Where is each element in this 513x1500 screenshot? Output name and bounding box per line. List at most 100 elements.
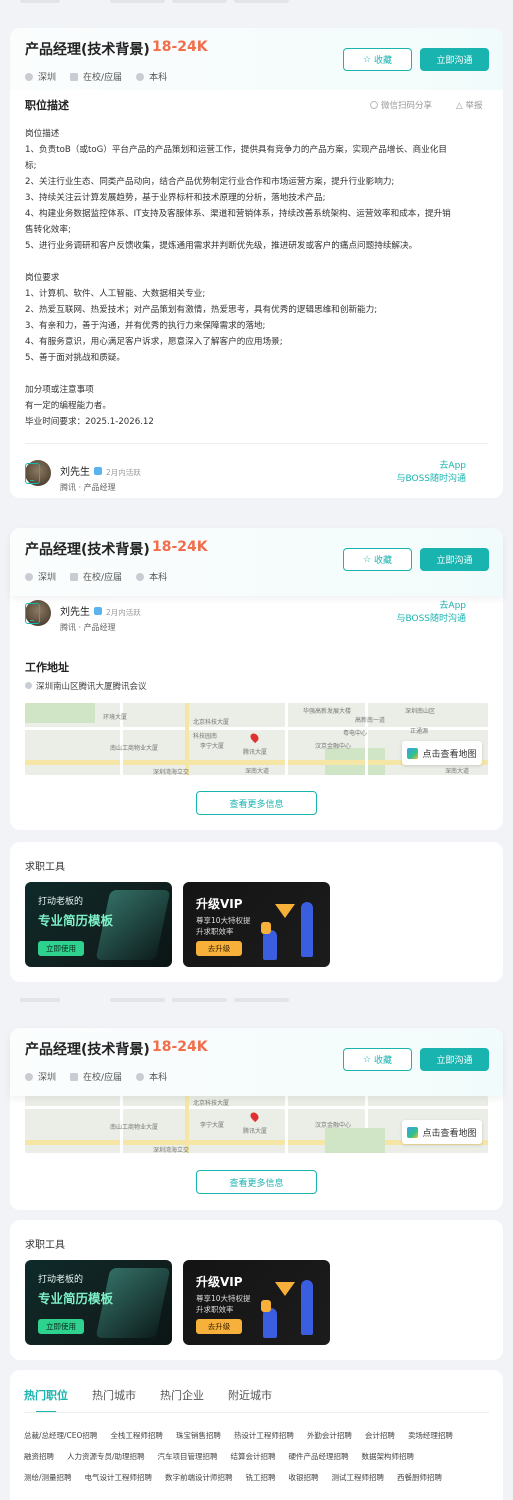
map-icon (407, 747, 419, 759)
desc-line (25, 366, 493, 382)
map-label: 南山工商物业大厦 (110, 745, 159, 752)
job-meta: 深圳 在校/应届 本科 (25, 570, 167, 583)
favorite-button[interactable]: ☆ 收藏 (343, 48, 412, 71)
favorite-button[interactable]: ☆ 收藏 (343, 548, 412, 571)
job-link[interactable]: 总裁/总经理/CEO招聘 (24, 1430, 97, 1441)
job-link[interactable]: 全栈工程师招聘 (110, 1430, 163, 1441)
desc-line: 岗位描述 (25, 129, 60, 139)
map[interactable]: 北京科技大厦 南山工商物业大厦 李宁大厦 腾讯大厦 汉京金融中心 深圳湾海立交 … (25, 1096, 488, 1153)
recruiter-block[interactable]: 刘先生 2月内活跃 腾讯 · 产品经理 去App 与BOSS随时沟通 (25, 460, 488, 492)
favorite-button[interactable]: ☆ 收藏 (343, 1048, 412, 1071)
map-label: 高新南一道 (355, 717, 386, 724)
job-meta: 深圳 在校/应届 本科 (25, 70, 167, 83)
job-link[interactable]: 西餐厨师招聘 (397, 1472, 442, 1483)
go-app-link[interactable]: 去App 与BOSS随时沟通 (396, 460, 466, 486)
vip-promo[interactable]: 升级VIP 尊享10大特权提升求职效率 去升级 (183, 1260, 330, 1345)
salary: 18-24K (152, 1039, 208, 1055)
job-meta: 深圳 在校/应届 本科 (25, 1070, 167, 1083)
use-now-button[interactable]: 立即使用 (38, 1319, 84, 1334)
map-label: 深圳南山区 (405, 708, 436, 715)
go-app-link[interactable]: 去App 与BOSS随时沟通 (396, 600, 466, 626)
job-link[interactable]: 测试工程师招聘 (332, 1472, 385, 1483)
recruiter-active: 2月内活跃 (106, 608, 141, 617)
tab-nearby-cities[interactable]: 附近城市 (228, 1387, 272, 1403)
sticky-job-header: 产品经理(技术背景) 18-24K 深圳 在校/应届 本科 ☆ 收藏 立即沟通 (10, 528, 503, 596)
use-now-button[interactable]: 立即使用 (38, 941, 84, 956)
tab-hot-cities[interactable]: 热门城市 (92, 1387, 136, 1403)
map-label: 北京科技大厦 (193, 719, 230, 726)
job-link[interactable]: 结算会计招聘 (231, 1451, 276, 1462)
person-illustration (301, 902, 313, 957)
address-text: 深圳南山区腾讯大厦腾讯会议 (25, 680, 147, 692)
tab-hot-companies[interactable]: 热门企业 (160, 1387, 204, 1403)
tools-heading: 求职工具 (25, 1240, 65, 1251)
salary: 18-24K (152, 539, 208, 555)
job-link[interactable]: 融资招聘 (24, 1451, 54, 1462)
job-link[interactable]: 数据架构师招聘 (362, 1451, 415, 1462)
desc-line: 2、关注行业生态、同类产品动向，结合产品优势制定行业合作和市场运营方案，提升行业… (25, 177, 395, 187)
stub (172, 998, 227, 1002)
job-link[interactable]: 数字前端设计师招聘 (165, 1472, 233, 1483)
job-link[interactable]: 电气设计工程师招聘 (85, 1472, 153, 1483)
recruiter-block[interactable]: 刘先生 2月内活跃 腾讯 · 产品经理 去App 与BOSS随时沟通 (25, 600, 488, 632)
salary: 18-24K (152, 39, 208, 55)
job-link[interactable]: 热设计工程师招聘 (234, 1430, 294, 1441)
upgrade-button[interactable]: 去升级 (196, 941, 242, 956)
vip-diamond-icon (275, 904, 295, 918)
chat-now-button[interactable]: 立即沟通 (420, 48, 489, 71)
job-link[interactable]: 外勤会计招聘 (307, 1430, 352, 1441)
map-pin-icon (248, 1110, 261, 1123)
wechat-share[interactable]: 微信扫码分享 (370, 99, 432, 111)
chat-now-button[interactable]: 立即沟通 (420, 548, 489, 571)
map[interactable]: 环境大厦 华强高新发展大楼 北京科技大厦 科技园南 南山工商物业大厦 李宁大厦 … (25, 703, 488, 775)
upgrade-button[interactable]: 去升级 (196, 1319, 242, 1334)
resume-template-promo[interactable]: 打动老板的 专业简历模板 立即使用 (25, 882, 172, 967)
recruiter-company: 腾讯 · 产品经理 (60, 483, 116, 492)
more-info-button[interactable]: 查看更多信息 (196, 791, 317, 815)
person-illustration (261, 1300, 271, 1312)
job-title: 产品经理(技术背景) (25, 542, 150, 558)
job-header: 产品经理(技术背景) 18-24K 深圳 在校/应届 本科 ☆ 收藏 立即沟通 (10, 28, 503, 90)
more-info-button[interactable]: 查看更多信息 (196, 1170, 317, 1194)
graduation-cap-icon (136, 1073, 145, 1081)
chat-now-button[interactable]: 立即沟通 (420, 1048, 489, 1071)
job-link[interactable]: 收银招聘 (289, 1472, 319, 1483)
resume-template-promo[interactable]: 打动老板的 专业简历模板 立即使用 (25, 1260, 172, 1345)
degree: 本科 (136, 1070, 167, 1083)
view-map-button[interactable]: 点击查看地图 (402, 1120, 482, 1144)
star-icon: ☆ (362, 554, 372, 565)
map-label: 腾讯大厦 (243, 1128, 268, 1135)
desc-line: 3、有亲和力，善于沟通，并有优秀的执行力来保障需求的落地; (25, 321, 266, 331)
map-label: 粤电中心 (343, 730, 368, 737)
desc-line: 加分项或注意事项 (25, 385, 94, 395)
job-link[interactable]: 人力资源专员/助理招聘 (67, 1451, 145, 1462)
vip-promo[interactable]: 升级VIP 尊享10大特权提升求职效率 去升级 (183, 882, 330, 967)
go-app-label: 去App (439, 601, 466, 611)
job-link[interactable]: 测绘/测量招聘 (24, 1472, 72, 1483)
tools-card: 求职工具 打动老板的 专业简历模板 立即使用 升级VIP 尊享10大特权提升求职… (10, 842, 503, 982)
promo-line2: 专业简历模板 (38, 1291, 114, 1306)
job-link[interactable]: 卖场经理招聘 (408, 1430, 453, 1441)
job-link[interactable]: 会计招聘 (365, 1430, 395, 1441)
city: 深圳 (25, 1070, 56, 1083)
job-link[interactable]: 硬件产品经理招聘 (289, 1451, 349, 1462)
tab-hot-jobs[interactable]: 热门职位 (24, 1387, 68, 1413)
job-link[interactable]: 汽车项目管理招聘 (158, 1451, 218, 1462)
view-map-button[interactable]: 点击查看地图 (402, 741, 482, 765)
job-link[interactable]: 珠宝销售招聘 (176, 1430, 221, 1441)
desc-line: 标; (25, 161, 37, 171)
job-link[interactable]: 铣工招聘 (246, 1472, 276, 1483)
desc-line: 5、善于面对挑战和质疑。 (25, 353, 125, 363)
location-icon (25, 73, 33, 81)
star-icon: ☆ (362, 1054, 372, 1065)
briefcase-icon (70, 1073, 79, 1081)
top-tab-stub (234, 0, 289, 3)
report-link[interactable]: △ 举报 (456, 99, 483, 111)
promo-line1: 打动老板的 (38, 897, 84, 907)
location-icon (25, 1073, 33, 1081)
experience: 在校/应届 (70, 1070, 122, 1083)
desc-line: 4、有服务意识，用心满足客户诉求，愿意深入了解客户的应用场景; (25, 337, 283, 347)
go-app-sub: 与BOSS随时沟通 (396, 474, 466, 484)
job-title: 产品经理(技术背景) (25, 42, 150, 58)
city: 深圳 (25, 70, 56, 83)
